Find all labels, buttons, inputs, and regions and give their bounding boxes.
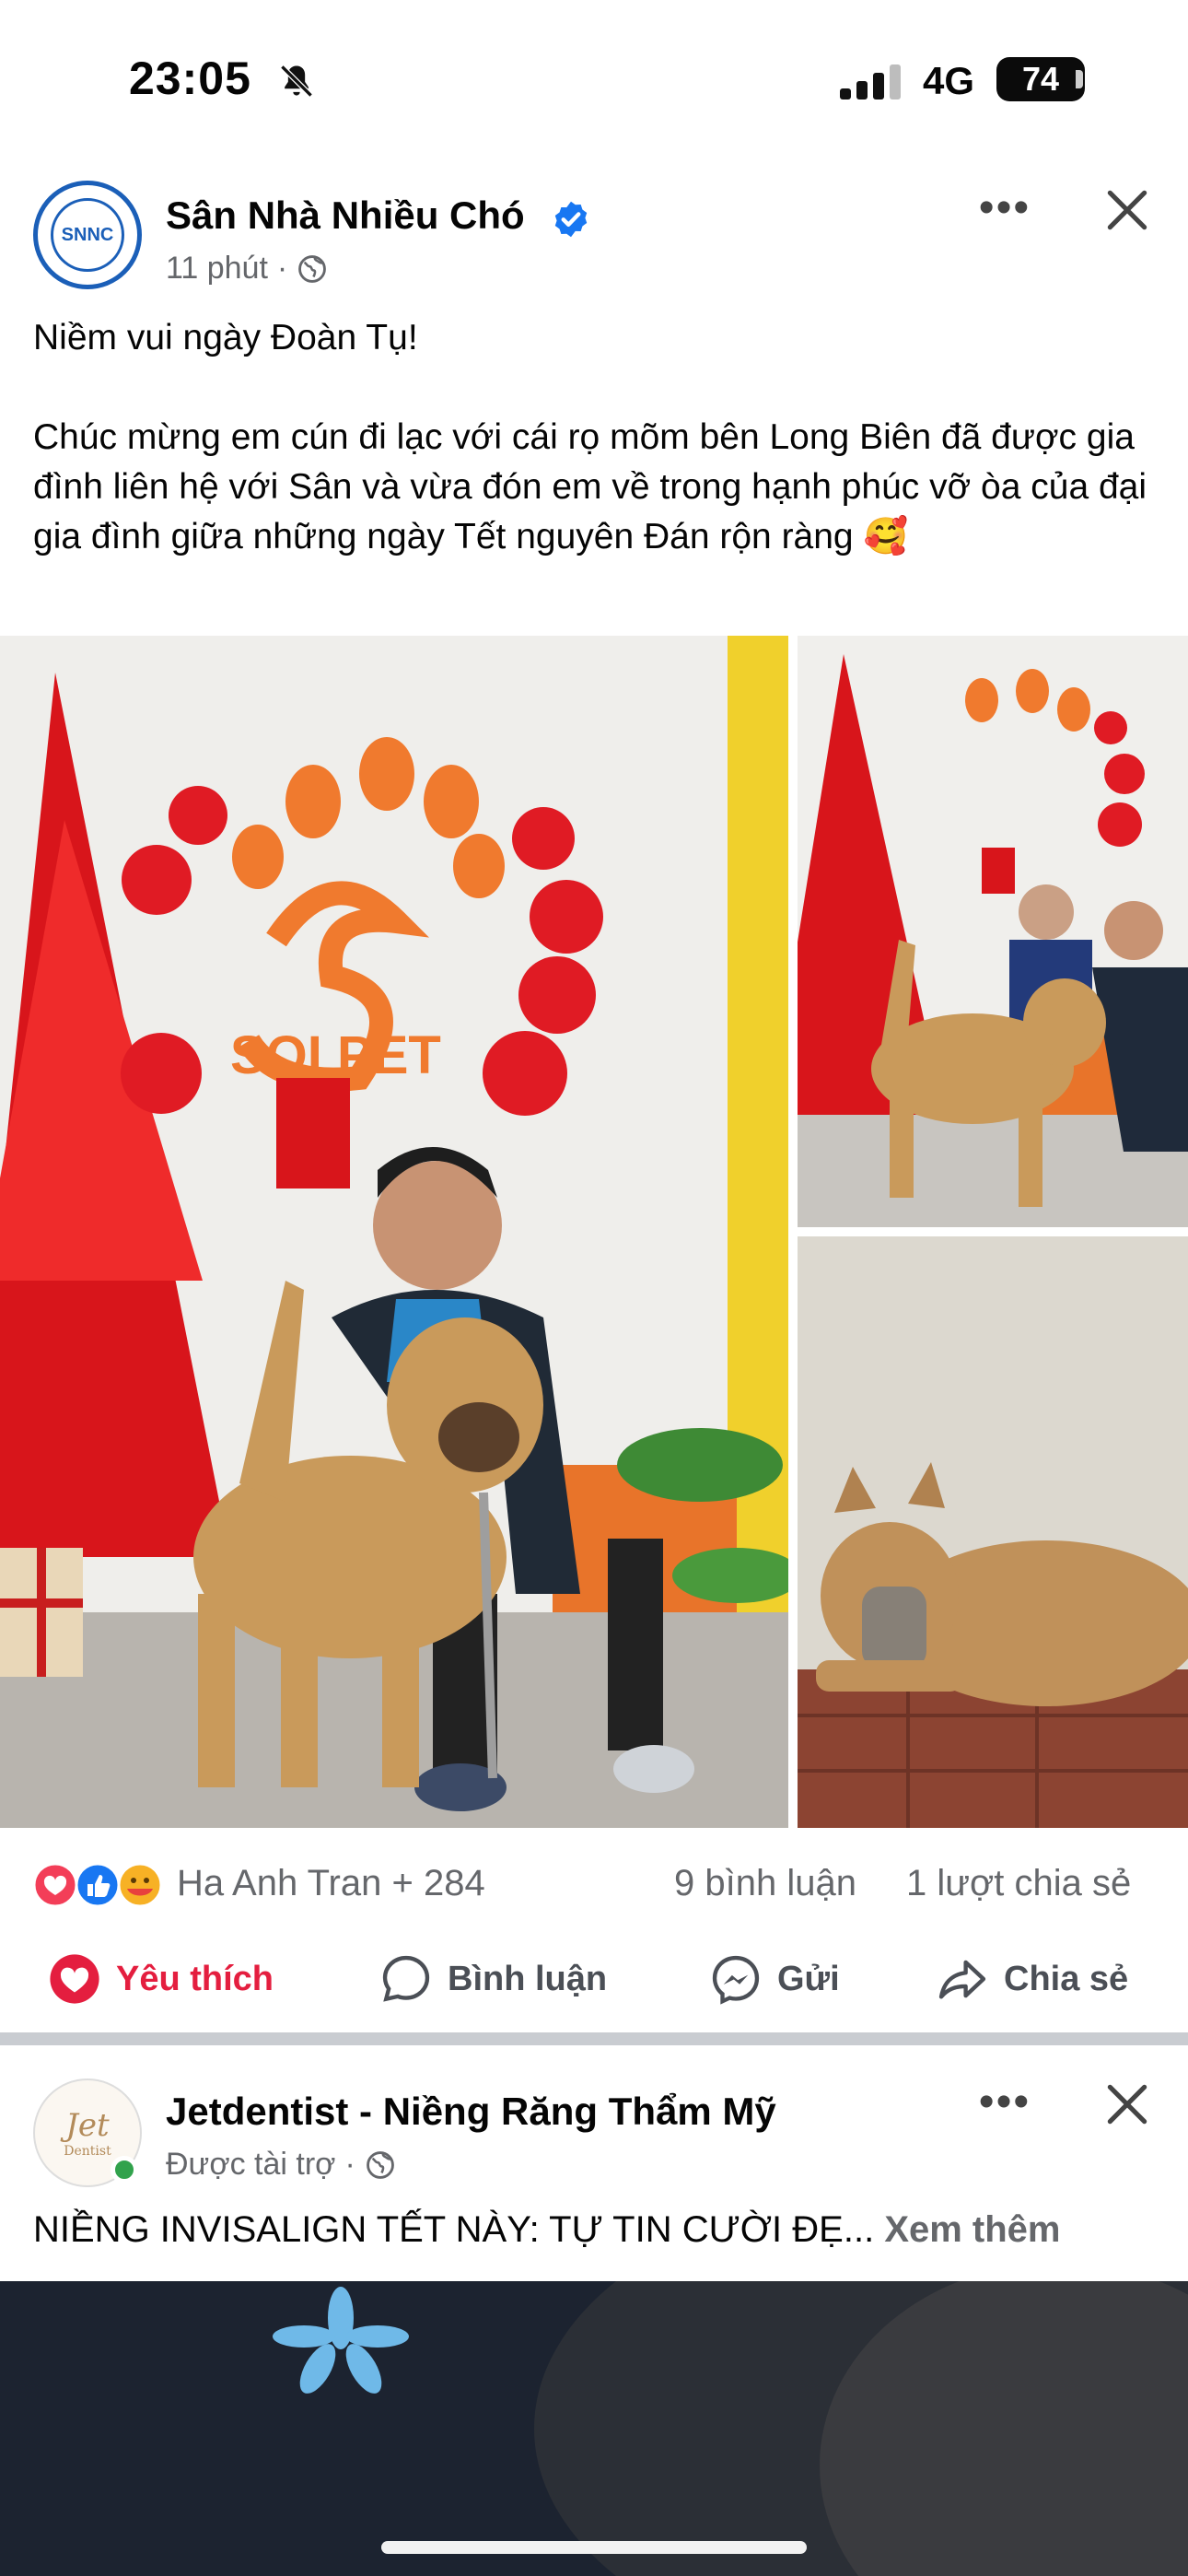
post-meta: 11 phút · bbox=[166, 251, 328, 287]
heart-reaction-icon bbox=[50, 1954, 99, 2004]
send-label: Gửi bbox=[777, 1959, 840, 1998]
ad-caption-text: NIỀNG INVISALIGN TẾT NÀY: TỰ TIN CƯỜI ĐẸ… bbox=[33, 2209, 875, 2250]
post-caption: Niềm vui ngày Đoàn Tụ! Chúc mừng em cún … bbox=[33, 318, 1147, 556]
post-photo-main[interactable]: SOI PET bbox=[0, 636, 788, 1828]
signal-icon bbox=[840, 64, 901, 100]
bell-muted-icon bbox=[280, 64, 313, 98]
photo-family-with-dog bbox=[798, 636, 1188, 1227]
comments-count[interactable]: 9 bình luận bbox=[674, 1863, 856, 1904]
active-status-dot bbox=[111, 2156, 138, 2184]
shares-count[interactable]: 1 lượt chia sẻ bbox=[906, 1863, 1131, 1904]
page-avatar[interactable]: SNNC bbox=[33, 181, 142, 289]
sponsored-meta: Được tài trợ · bbox=[166, 2147, 396, 2183]
reaction-icons bbox=[32, 1862, 163, 1908]
photo-dog-with-muzzle bbox=[798, 1236, 1188, 1828]
send-button[interactable]: Gửi bbox=[709, 1951, 840, 2007]
post-action-bar: Yêu thích Bình luận Gửi Chia sẻ bbox=[0, 1931, 1188, 2027]
meta-separator: · bbox=[276, 251, 288, 286]
advertiser-logo-text: Jet bbox=[65, 2107, 110, 2144]
share-arrow-icon bbox=[938, 1960, 986, 1999]
advertiser-name[interactable]: Jetdentist - Niềng Răng Thẩm Mỹ bbox=[166, 2090, 776, 2134]
comment-label: Bình luận bbox=[448, 1959, 608, 1998]
post-photo-muzzled-dog[interactable] bbox=[798, 1236, 1188, 1828]
globe-icon bbox=[366, 2150, 394, 2179]
advertiser-logo-subtext: Dentist bbox=[64, 2144, 111, 2159]
sponsored-post-header: Jet Dentist Jetdentist - Niềng Răng Thẩm… bbox=[0, 2045, 1188, 2187]
network-type: 4G bbox=[923, 59, 975, 102]
home-indicator[interactable] bbox=[381, 2541, 807, 2554]
comment-bubble-icon bbox=[382, 1955, 430, 2002]
status-bar: 23:05 4G 74 bbox=[0, 0, 1188, 157]
reaction-names[interactable]: Ha Anh Tran + 284 bbox=[177, 1863, 485, 1904]
share-label: Chia sẻ bbox=[1004, 1959, 1129, 1998]
post-photo-reunion[interactable] bbox=[798, 636, 1188, 1227]
messenger-icon bbox=[712, 1955, 760, 2005]
close-icon[interactable] bbox=[1101, 2078, 1153, 2130]
battery-level: 74 bbox=[1021, 60, 1060, 98]
sign-text: SOI PET bbox=[230, 1025, 441, 1085]
share-button[interactable]: Chia sẻ bbox=[936, 1951, 1128, 2007]
globe-icon bbox=[298, 254, 327, 283]
feed-separator bbox=[0, 2032, 1188, 2045]
reactions-summary[interactable]: Ha Anh Tran + 284 9 bình luận 1 lượt chi… bbox=[0, 1846, 1188, 1920]
comment-button[interactable]: Bình luận bbox=[379, 1951, 607, 2007]
more-options-icon[interactable]: ••• bbox=[976, 183, 1033, 232]
verified-badge-icon bbox=[554, 201, 588, 238]
avatar-logo: SNNC bbox=[51, 198, 124, 272]
page-name[interactable]: Sân Nhà Nhiều Chó bbox=[166, 193, 525, 238]
ad-image[interactable] bbox=[0, 2281, 1188, 2576]
photo-dog-owner-scene: SOI PET bbox=[0, 636, 788, 1828]
sponsored-label[interactable]: Được tài trợ bbox=[166, 2147, 335, 2183]
close-icon[interactable] bbox=[1101, 184, 1153, 236]
post-header: SNNC Sân Nhà Nhiều Chó 11 phút · ••• bbox=[0, 157, 1188, 295]
ad-caption: NIỀNG INVISALIGN TẾT NÀY: TỰ TIN CƯỜI ĐẸ… bbox=[33, 2209, 1166, 2251]
meta-separator: · bbox=[344, 2147, 355, 2182]
more-options-icon[interactable]: ••• bbox=[976, 2078, 1033, 2126]
like-label: Yêu thích bbox=[116, 1959, 274, 1998]
like-button[interactable]: Yêu thích bbox=[48, 1951, 274, 2007]
post-time[interactable]: 11 phút bbox=[166, 251, 268, 287]
ad-image-graphic bbox=[0, 2281, 1188, 2576]
see-more-link[interactable]: Xem thêm bbox=[884, 2209, 1060, 2250]
clock: 23:05 bbox=[129, 53, 251, 104]
